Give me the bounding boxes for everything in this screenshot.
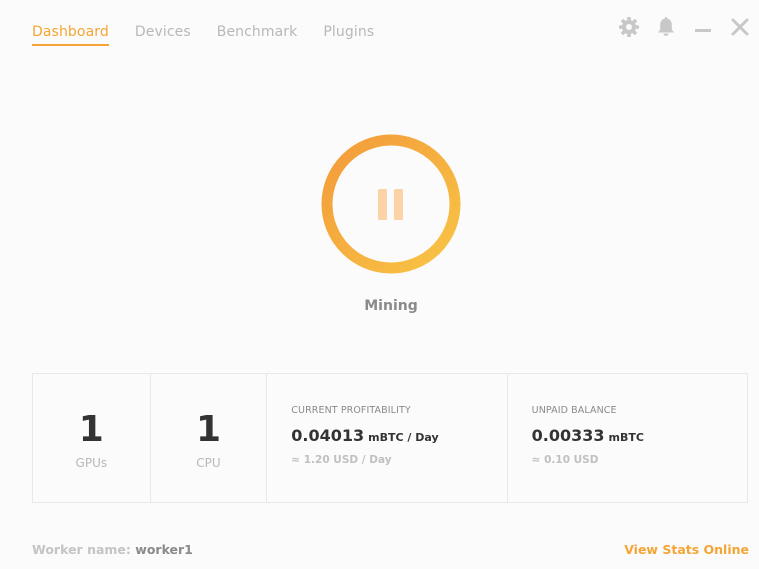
mining-status-label: Mining xyxy=(364,298,418,314)
balance-cell: UNPAID BALANCE 0.00333 mBTC ≈ 0.10 USD xyxy=(508,374,747,502)
profitability-amount: 0.04013 xyxy=(291,426,365,445)
cpu-count: 1 xyxy=(195,409,221,450)
view-stats-online-link[interactable]: View Stats Online xyxy=(624,542,749,557)
gear-icon[interactable] xyxy=(618,16,640,38)
profitability-cell: CURRENT PROFITABILITY 0.04013 mBTC / Day … xyxy=(267,374,508,502)
profitability-value: 0.04013 mBTC / Day xyxy=(291,426,438,445)
balance-unit: mBTC xyxy=(608,431,644,444)
bell-icon[interactable] xyxy=(655,16,677,38)
profitability-fiat: ≈ 1.20 USD / Day xyxy=(291,454,392,466)
gpu-count-label: GPUs xyxy=(75,456,108,470)
profitability-label: CURRENT PROFITABILITY xyxy=(291,405,411,416)
tab-benchmark[interactable]: Benchmark xyxy=(217,24,298,46)
minimize-icon[interactable] xyxy=(692,16,714,38)
gpu-count-cell: 1 GPUs xyxy=(33,374,151,502)
balance-fiat: ≈ 0.10 USD xyxy=(531,454,599,466)
gpu-count: 1 xyxy=(78,409,104,450)
stats-panel: 1 GPUs 1 CPU CURRENT PROFITABILITY 0.040… xyxy=(32,373,748,503)
tab-devices[interactable]: Devices xyxy=(135,24,191,46)
mining-toggle-button[interactable] xyxy=(320,133,462,275)
cpu-count-cell: 1 CPU xyxy=(151,374,268,502)
balance-label: UNPAID BALANCE xyxy=(531,405,617,416)
window-controls xyxy=(603,16,751,38)
app-window: Dashboard Devices Benchmark Plugins Mini… xyxy=(0,0,759,569)
close-icon[interactable] xyxy=(729,16,751,38)
worker-name-value: worker1 xyxy=(135,542,193,557)
worker-name: Worker name: worker1 xyxy=(32,542,193,557)
tab-plugins[interactable]: Plugins xyxy=(323,24,374,46)
cpu-count-label: CPU xyxy=(196,456,221,470)
balance-amount: 0.00333 xyxy=(531,426,605,445)
balance-value: 0.00333 mBTC xyxy=(532,426,644,445)
worker-name-label: Worker name: xyxy=(32,542,131,557)
profitability-unit: mBTC / Day xyxy=(368,431,439,444)
tab-dashboard[interactable]: Dashboard xyxy=(32,24,109,46)
tab-bar: Dashboard Devices Benchmark Plugins xyxy=(32,24,400,46)
